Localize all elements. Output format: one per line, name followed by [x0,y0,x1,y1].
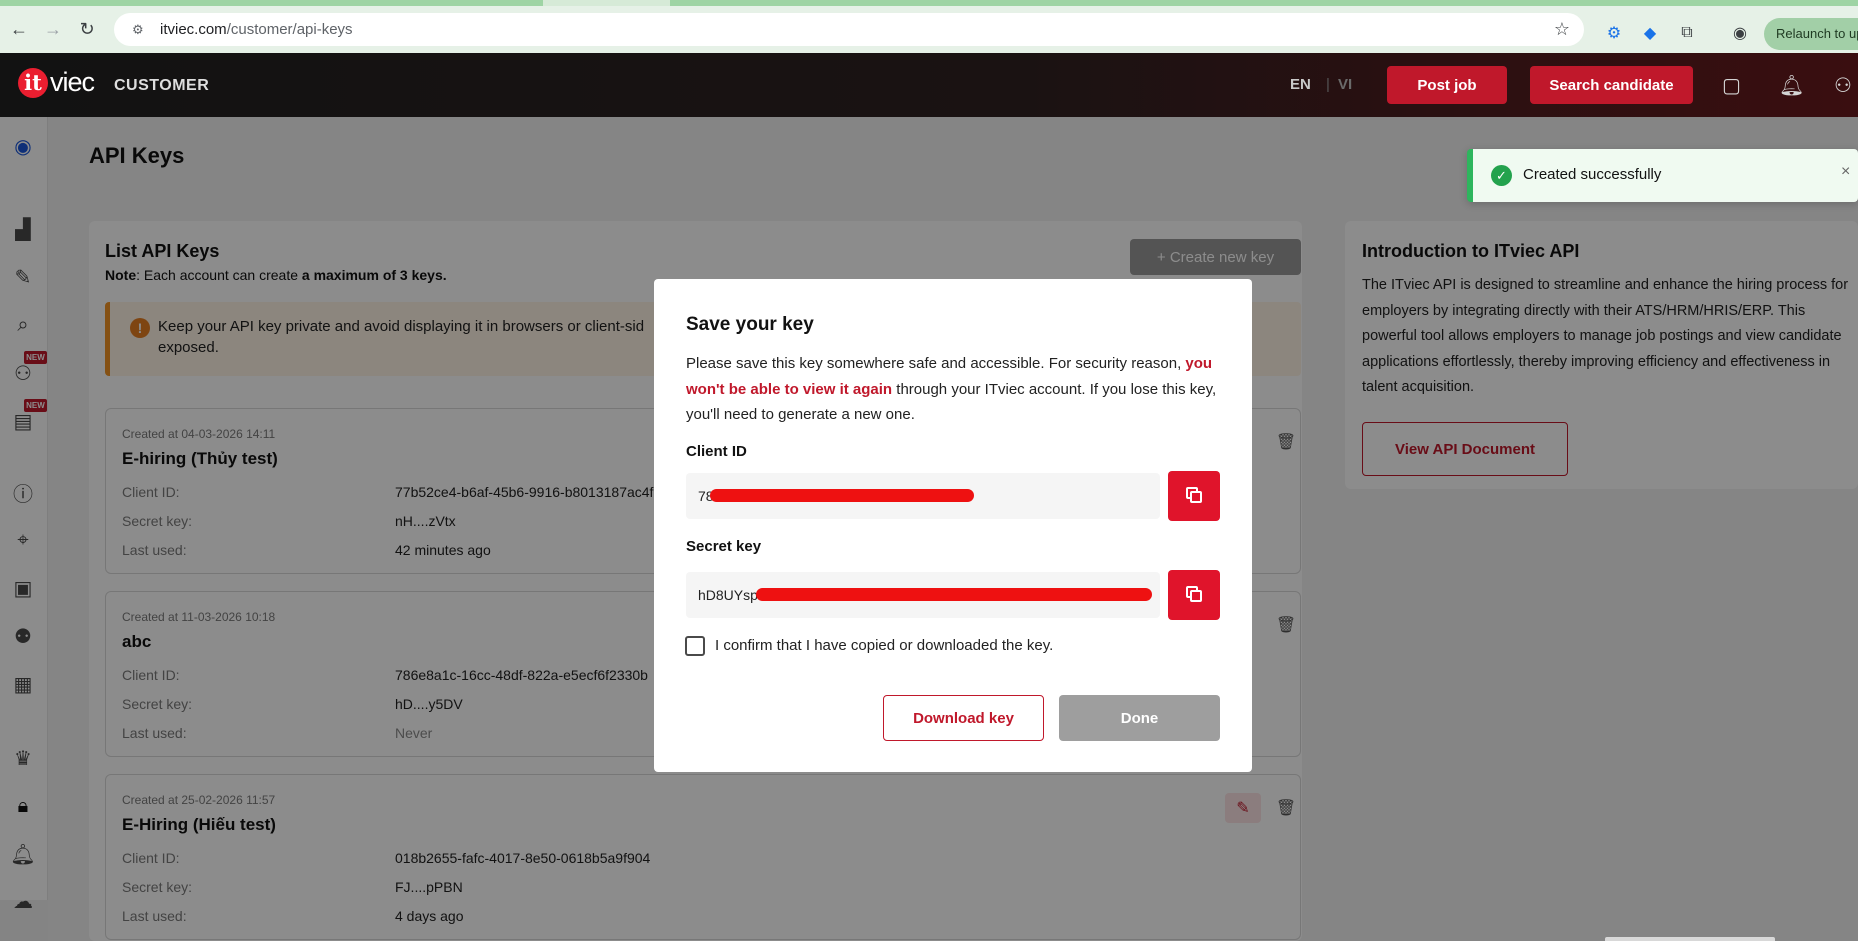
redaction-mark [710,489,974,502]
download-key-button[interactable]: Download key [883,695,1044,741]
modal-description: Please save this key somewhere safe and … [686,351,1226,428]
copy-client-id-button[interactable] [1168,471,1220,521]
itviec-logo[interactable]: it viec [18,67,95,98]
modal-title: Save your key [686,314,814,335]
back-icon[interactable]: ← [4,15,34,45]
chat-icon[interactable]: ▢ [1722,73,1741,98]
copy-icon-front [1190,491,1202,503]
check-circle-icon: ✓ [1491,165,1512,186]
close-icon[interactable]: × [1841,163,1850,181]
browser-toolbar: ← → ↻ ⚙ itviec.com /customer/api-keys ☆ … [0,6,1858,53]
logo-viec: viec [50,67,95,97]
secret-key-field[interactable]: hD8UYsp [686,572,1160,618]
copy-secret-key-button[interactable] [1168,570,1220,620]
lang-separator: | [1326,76,1330,93]
desc-before: Please save this key somewhere safe and … [686,355,1186,372]
bookmark-star-icon[interactable]: ☆ [1554,19,1570,40]
url-path: /customer/api-keys [226,21,353,38]
secret-key-value: hD8UYsp [698,587,758,603]
url-host: itviec.com [160,21,227,38]
redaction-mark [756,588,1152,601]
confirm-label[interactable]: I confirm that I have copied or download… [715,637,1053,654]
post-job-button[interactable]: Post job [1387,66,1507,104]
extension-icon[interactable]: ⚙ [1604,23,1624,43]
profile-icon[interactable]: ◉ [1730,23,1750,43]
success-toast: ✓ Created successfully × [1467,149,1858,202]
site-header: it viec CUSTOMER EN | VI Post job Search… [0,53,1858,117]
scroll-indicator [1605,937,1775,941]
toast-message: Created successfully [1523,166,1662,183]
done-button[interactable]: Done [1059,695,1220,741]
logo-it: it [18,67,48,98]
address-bar[interactable]: ⚙ itviec.com /customer/api-keys ☆ [114,13,1584,46]
client-id-field[interactable]: 78 [686,473,1160,519]
bell-icon[interactable]: 🔔︎ [1779,73,1804,98]
confirm-checkbox[interactable] [685,636,705,656]
lang-vi[interactable]: VI [1338,76,1352,93]
lang-en[interactable]: EN [1290,76,1311,93]
client-id-label: Client ID [686,443,747,460]
search-candidate-button[interactable]: Search candidate [1530,66,1693,104]
site-settings-icon[interactable]: ⚙ [132,22,148,38]
extensions-puzzle-icon[interactable]: ⧉ [1677,23,1697,43]
reload-icon[interactable]: ↻ [72,15,102,45]
extension-icon[interactable]: ◆ [1640,23,1660,43]
header-section-label: CUSTOMER [114,77,210,94]
save-key-modal: Save your key Please save this key somew… [654,279,1252,772]
relaunch-button[interactable]: Relaunch to upd [1764,18,1858,50]
user-icon[interactable]: ⚇ [1834,73,1852,98]
copy-icon-front [1190,590,1202,602]
secret-key-label: Secret key [686,538,762,555]
forward-icon[interactable]: → [38,15,68,45]
